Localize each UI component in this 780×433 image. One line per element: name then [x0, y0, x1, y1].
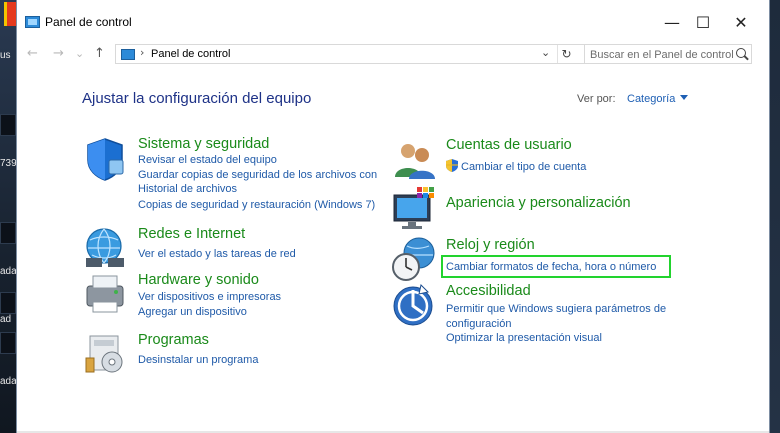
navigation-bar: ← → ⌄ ↑ › Panel de control ⌄ ↻ [17, 44, 769, 64]
caret-down-icon[interactable] [680, 95, 689, 100]
desktop-shortcut-icon[interactable] [0, 292, 16, 314]
page-title: Ajustar la configuración del equipo [82, 90, 312, 107]
monitor-palette-icon[interactable] [391, 185, 437, 231]
clock-globe-icon[interactable] [391, 237, 437, 283]
accessibility-icon[interactable] [391, 283, 437, 329]
desktop-strip: us 739 ada ad ada [0, 0, 16, 433]
forward-arrow-icon[interactable]: → [53, 44, 64, 64]
desktop-label: ada [0, 266, 16, 277]
breadcrumb[interactable]: Panel de control [151, 48, 231, 60]
users-icon[interactable] [391, 137, 437, 183]
desktop-right-edge [770, 0, 780, 433]
title-bar[interactable]: Panel de control — ☐ ✕ [17, 0, 769, 44]
link-file-history-backup-cont[interactable]: Historial de archivos [138, 183, 237, 195]
printer-icon[interactable] [82, 270, 128, 316]
desktop-label: 739 [0, 158, 16, 169]
search-input[interactable] [585, 46, 735, 64]
link-network-status[interactable]: Ver el estado y las tareas de red [138, 248, 296, 260]
desktop-shortcut-icon[interactable] [0, 114, 16, 136]
close-button[interactable]: ✕ [718, 10, 764, 36]
category-title[interactable]: Redes e Internet [138, 226, 245, 242]
link-windows-suggest-settings-cont[interactable]: configuración [446, 318, 511, 330]
link-change-account-type[interactable]: Cambiar el tipo de cuenta [461, 161, 586, 173]
refresh-icon[interactable]: ↻ [557, 45, 575, 63]
desktop-app-icon[interactable] [4, 2, 16, 26]
control-panel-window: Panel de control — ☐ ✕ ← → ⌄ ↑ › Panel d… [16, 0, 770, 433]
control-panel-icon [121, 49, 135, 60]
category-title[interactable]: Cuentas de usuario [446, 137, 572, 153]
category-title[interactable]: Apariencia y personalización [446, 195, 631, 211]
desktop-label: us [0, 50, 11, 61]
window-title: Panel de control [45, 15, 132, 29]
link-uninstall-program[interactable]: Desinstalar un programa [138, 354, 258, 366]
desktop-shortcut-icon[interactable] [0, 222, 16, 244]
back-arrow-icon[interactable]: ← [27, 44, 38, 64]
recent-locations-chevron-icon[interactable]: ⌄ [75, 44, 84, 64]
link-windows-suggest-settings[interactable]: Permitir que Windows sugiera parámetros … [446, 303, 666, 315]
up-arrow-icon[interactable]: ↑ [94, 44, 105, 64]
search-box[interactable] [584, 44, 752, 64]
search-icon[interactable] [736, 48, 746, 58]
shield-icon[interactable] [82, 136, 128, 182]
view-by-label: Ver por: [577, 93, 616, 105]
category-title[interactable]: Programas [138, 332, 209, 348]
desktop-label: ad [0, 314, 12, 325]
uac-shield-icon [446, 159, 458, 172]
view-by-value[interactable]: Categoría [627, 93, 675, 105]
category-title[interactable]: Reloj y región [446, 237, 535, 253]
view-by-dropdown[interactable]: Categoría [627, 93, 689, 105]
link-file-history-backup[interactable]: Guardar copias de seguridad de los archi… [138, 169, 377, 181]
link-add-device[interactable]: Agregar un dispositivo [138, 306, 247, 318]
link-devices-printers[interactable]: Ver dispositivos e impresoras [138, 291, 281, 303]
breadcrumb-separator-icon[interactable]: › [140, 46, 144, 59]
address-bar[interactable]: › Panel de control ⌄ ↻ [115, 44, 592, 64]
address-dropdown-icon[interactable]: ⌄ [541, 46, 550, 59]
category-title[interactable]: Hardware y sonido [138, 272, 259, 288]
programs-disc-icon[interactable] [82, 330, 128, 376]
link-backup-restore[interactable]: Copias de seguridad y restauración (Wind… [138, 199, 375, 211]
desktop-shortcut-icon[interactable] [0, 332, 16, 354]
control-panel-icon [25, 16, 40, 28]
category-title[interactable]: Sistema y seguridad [138, 136, 269, 152]
link-check-status[interactable]: Revisar el estado del equipo [138, 154, 277, 166]
highlight-box [441, 255, 671, 278]
network-globe-icon[interactable] [82, 224, 128, 270]
link-optimize-visual-display[interactable]: Optimizar la presentación visual [446, 332, 602, 344]
category-title[interactable]: Accesibilidad [446, 283, 531, 299]
desktop-label: ada [0, 376, 16, 387]
